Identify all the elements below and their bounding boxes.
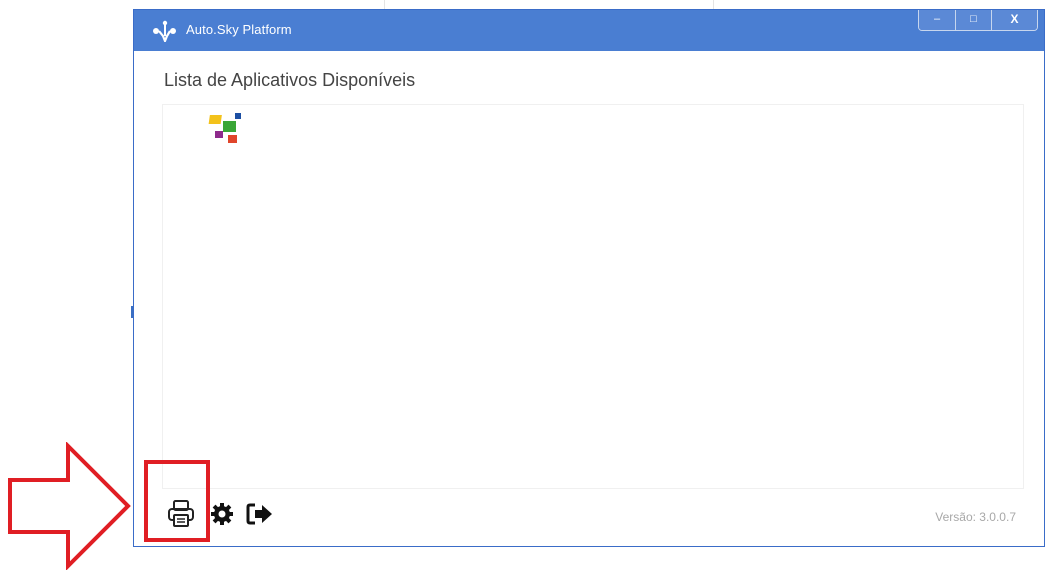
maximize-button[interactable]: □ <box>955 10 991 30</box>
logout-icon[interactable] <box>246 502 274 526</box>
background-divider <box>384 0 385 9</box>
annotation-highlight-box <box>144 460 210 542</box>
settings-icon[interactable] <box>211 503 233 525</box>
version-label: Versão: 3.0.0.7 <box>935 510 1016 524</box>
close-button[interactable]: X <box>991 10 1037 30</box>
title-bar[interactable]: Auto.Sky Platform – □ X <box>134 10 1044 51</box>
annotation-arrow-icon <box>8 442 131 570</box>
page-title: Lista de Aplicativos Disponíveis <box>164 70 416 90</box>
minimize-button[interactable]: – <box>919 10 955 30</box>
app-window: Auto.Sky Platform – □ X Lista de Aplicat… <box>133 9 1045 547</box>
background-divider <box>713 0 714 9</box>
app-tile-icon[interactable] <box>201 107 245 147</box>
window-controls: – □ X <box>918 10 1038 31</box>
app-list-panel <box>162 104 1024 489</box>
app-logo-icon <box>153 20 176 42</box>
window-title: Auto.Sky Platform <box>186 22 292 37</box>
